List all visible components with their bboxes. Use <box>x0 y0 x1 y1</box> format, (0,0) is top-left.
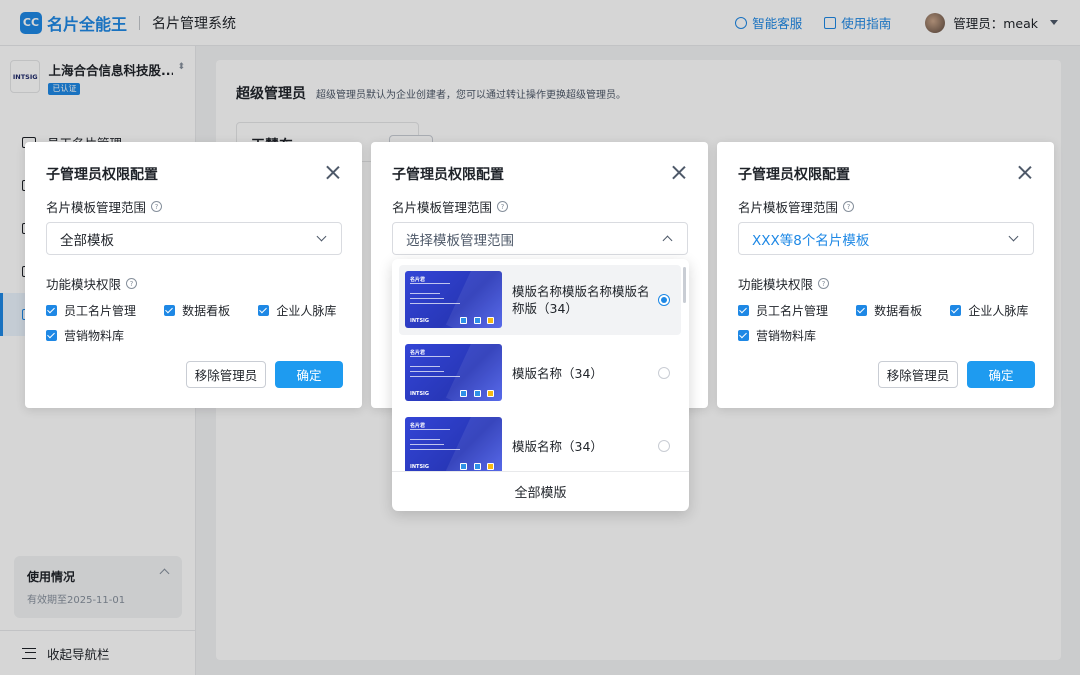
checkbox-checked-icon <box>950 305 962 316</box>
remove-admin-button[interactable]: 移除管理员 <box>186 361 266 388</box>
perm-name: 营销物料库 <box>64 329 125 343</box>
scope-select[interactable]: 选择模板管理范围 <box>392 222 688 255</box>
template-option[interactable]: 名片君 INTSIG 模版名称（34） <box>399 411 681 471</box>
dropdown-scrollbar[interactable] <box>683 267 686 303</box>
info-icon[interactable]: ? <box>126 278 138 289</box>
radio-unselected-icon[interactable] <box>658 367 670 379</box>
modal-title: 子管理员权限配置 <box>46 167 158 183</box>
template-thumbnail: 名片君 INTSIG <box>405 417 502 471</box>
template-option-label: 模版名称模版名称模版名称版（34） <box>512 284 650 316</box>
template-option-label: 模版名称（34） <box>512 365 603 381</box>
perm-checkbox[interactable]: 营销物料库 <box>46 323 124 348</box>
perm-name: 企业人脉库 <box>276 304 337 318</box>
card-brand: INTSIG <box>410 391 430 397</box>
info-icon[interactable]: ? <box>151 201 163 212</box>
scope-label-text: 名片模板管理范围 <box>46 200 147 215</box>
card-brand: INTSIG <box>410 318 430 324</box>
all-templates-option[interactable]: 全部模版 <box>392 471 689 511</box>
perm-name: 营销物料库 <box>756 329 817 343</box>
template-option-label: 模版名称（34） <box>512 438 603 454</box>
radio-selected-icon[interactable] <box>658 294 670 306</box>
card-line <box>410 449 460 450</box>
perm-label: 功能模块权限 ? <box>738 274 830 293</box>
template-option-list[interactable]: 名片君 INTSIG 模版名称模版名称模版名称版（34） 名片君 INTSIG <box>392 259 689 471</box>
checkbox-checked-icon <box>46 305 57 316</box>
card-line <box>410 376 460 377</box>
perm-checkbox[interactable]: 企业人脉库 <box>950 298 1028 323</box>
perm-name: 员工名片管理 <box>756 304 829 318</box>
chevron-down-icon <box>316 231 327 242</box>
card-badges <box>460 463 494 470</box>
perm-checkbox[interactable]: 员工名片管理 <box>738 298 828 323</box>
card-name: 名片君 <box>410 350 426 356</box>
checkbox-checked-icon <box>738 305 749 316</box>
close-icon[interactable] <box>326 165 340 179</box>
card-line <box>410 298 444 299</box>
close-icon[interactable] <box>672 165 686 179</box>
template-thumbnail: 名片君 INTSIG <box>405 344 502 401</box>
confirm-button[interactable]: 确定 <box>967 361 1035 388</box>
scope-label-text: 名片模板管理范围 <box>392 200 493 215</box>
card-line <box>410 429 450 430</box>
card-line <box>410 293 440 294</box>
close-icon[interactable] <box>1018 165 1032 179</box>
permission-modal-partial: 子管理员权限配置 名片模板管理范围 ? XXX等8个名片模板 功能模块权限 ? … <box>717 142 1054 408</box>
perm-name: 员工名片管理 <box>64 304 137 318</box>
checkbox-checked-icon <box>46 330 57 341</box>
card-badges <box>460 317 494 324</box>
scope-select[interactable]: 全部模板 <box>46 222 342 255</box>
card-badges <box>460 390 494 397</box>
card-line <box>410 371 444 372</box>
permission-modal-all: 子管理员权限配置 名片模板管理范围 ? 全部模板 功能模块权限 ? 员工名片管理… <box>25 142 362 408</box>
info-icon[interactable]: ? <box>818 278 830 289</box>
card-line <box>410 356 450 357</box>
perm-checkbox[interactable]: 数据看板 <box>164 298 230 323</box>
checkbox-checked-icon <box>856 305 868 316</box>
scope-placeholder: 选择模板管理范围 <box>406 232 514 249</box>
perm-checkbox[interactable]: 营销物料库 <box>738 323 816 348</box>
radio-unselected-icon[interactable] <box>658 440 670 452</box>
perm-checkbox-group: 员工名片管理 数据看板 企业人脉库 营销物料库 <box>46 298 346 348</box>
card-name: 名片君 <box>410 423 426 429</box>
template-option[interactable]: 名片君 INTSIG 模版名称（34） <box>399 338 681 408</box>
perm-label: 功能模块权限 ? <box>46 274 138 293</box>
perm-name: 数据看板 <box>874 304 923 318</box>
perm-checkbox[interactable]: 员工名片管理 <box>46 298 136 323</box>
card-name: 名片君 <box>410 277 426 283</box>
card-line <box>410 439 440 440</box>
card-brand: INTSIG <box>410 464 430 470</box>
perm-checkbox[interactable]: 企业人脉库 <box>258 298 336 323</box>
confirm-button[interactable]: 确定 <box>275 361 343 388</box>
perm-checkbox-group: 员工名片管理 数据看板 企业人脉库 营销物料库 <box>738 298 1038 348</box>
checkbox-checked-icon <box>164 305 176 316</box>
checkbox-checked-icon <box>738 330 749 341</box>
scope-select[interactable]: XXX等8个名片模板 <box>738 222 1034 255</box>
remove-admin-button[interactable]: 移除管理员 <box>878 361 958 388</box>
template-option[interactable]: 名片君 INTSIG 模版名称模版名称模版名称版（34） <box>399 265 681 335</box>
chevron-down-icon <box>1008 231 1019 242</box>
scope-label-text: 名片模板管理范围 <box>738 200 839 215</box>
modal-title: 子管理员权限配置 <box>392 167 504 183</box>
card-line <box>410 366 440 367</box>
perm-label-text: 功能模块权限 <box>738 277 814 292</box>
scope-value: 全部模板 <box>60 232 114 249</box>
template-dropdown: 名片君 INTSIG 模版名称模版名称模版名称版（34） 名片君 INTSIG <box>392 259 689 511</box>
perm-name: 企业人脉库 <box>968 304 1029 318</box>
perm-name: 数据看板 <box>182 304 231 318</box>
card-line <box>410 444 444 445</box>
perm-label-text: 功能模块权限 <box>46 277 122 292</box>
scope-value: XXX等8个名片模板 <box>752 232 870 249</box>
scope-label: 名片模板管理范围 ? <box>46 197 163 216</box>
card-line <box>410 303 460 304</box>
card-line <box>410 283 450 284</box>
info-icon[interactable]: ? <box>843 201 855 212</box>
template-thumbnail: 名片君 INTSIG <box>405 271 502 328</box>
scope-label: 名片模板管理范围 ? <box>392 197 509 216</box>
checkbox-checked-icon <box>258 305 270 316</box>
modal-title: 子管理员权限配置 <box>738 167 850 183</box>
info-icon[interactable]: ? <box>497 201 509 212</box>
perm-checkbox[interactable]: 数据看板 <box>856 298 922 323</box>
scope-label: 名片模板管理范围 ? <box>738 197 855 216</box>
chevron-up-icon <box>662 235 673 246</box>
